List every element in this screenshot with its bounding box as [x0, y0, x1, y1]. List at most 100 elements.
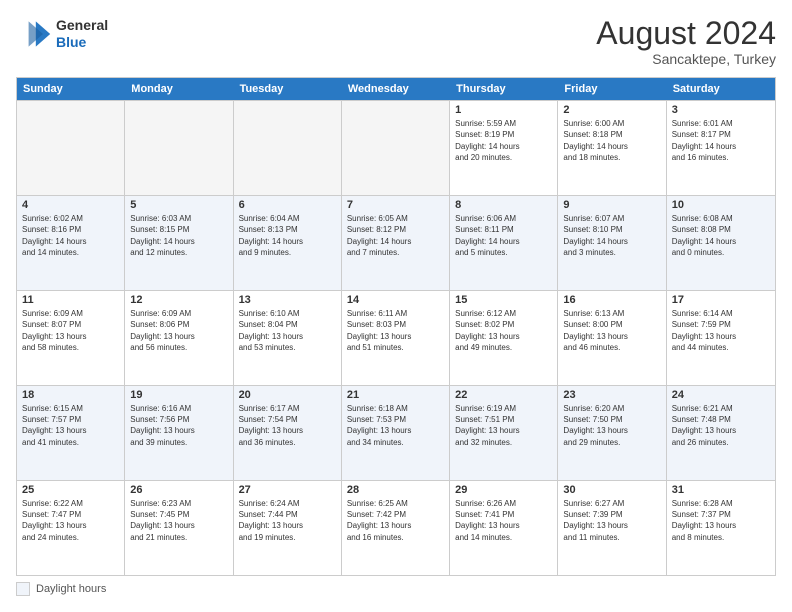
logo-icon	[16, 16, 52, 52]
cell-info: Sunrise: 6:23 AM Sunset: 7:45 PM Dayligh…	[130, 498, 227, 543]
cell-date: 24	[672, 389, 770, 401]
calendar-row: 4 Sunrise: 6:02 AM Sunset: 8:16 PM Daylig…	[17, 195, 775, 290]
cell-info: Sunrise: 6:15 AM Sunset: 7:57 PM Dayligh…	[22, 403, 119, 448]
calendar-cell: 5 Sunrise: 6:03 AM Sunset: 8:15 PM Daylig…	[125, 196, 233, 290]
calendar-cell: 3 Sunrise: 6:01 AM Sunset: 8:17 PM Daylig…	[667, 101, 775, 195]
calendar-row: 1Sunrise: 5:59 AM Sunset: 8:19 PM Daylig…	[17, 100, 775, 195]
footer: Daylight hours	[16, 582, 776, 596]
calendar-row: 11Sunrise: 6:09 AM Sunset: 8:07 PM Dayli…	[17, 290, 775, 385]
calendar-cell: 18 Sunrise: 6:15 AM Sunset: 7:57 PM Dayli…	[17, 386, 125, 480]
calendar-body: 1Sunrise: 5:59 AM Sunset: 8:19 PM Daylig…	[17, 100, 775, 575]
calendar-cell	[125, 101, 233, 195]
cell-date: 9	[563, 199, 660, 211]
subtitle: Sancaktepe, Turkey	[596, 51, 776, 67]
cell-date: 27	[239, 484, 336, 496]
cell-info: Sunrise: 6:17 AM Sunset: 7:54 PM Dayligh…	[239, 403, 336, 448]
calendar-cell: 7Sunrise: 6:05 AM Sunset: 8:12 PM Daylig…	[342, 196, 450, 290]
calendar-cell	[17, 101, 125, 195]
cell-info: Sunrise: 6:03 AM Sunset: 8:15 PM Dayligh…	[130, 213, 227, 258]
calendar-cell: 15 Sunrise: 6:12 AM Sunset: 8:02 PM Dayli…	[450, 291, 558, 385]
cell-info: Sunrise: 6:27 AM Sunset: 7:39 PM Dayligh…	[563, 498, 660, 543]
cell-date: 5	[130, 199, 227, 211]
cell-info: Sunrise: 6:09 AM Sunset: 8:07 PM Dayligh…	[22, 308, 119, 353]
cell-date: 17	[672, 294, 770, 306]
calendar-cell: 9 Sunrise: 6:07 AM Sunset: 8:10 PM Daylig…	[558, 196, 666, 290]
month-title: August 2024	[596, 16, 776, 51]
calendar-cell: 21Sunrise: 6:18 AM Sunset: 7:53 PM Dayli…	[342, 386, 450, 480]
day-header-friday: Friday	[558, 78, 666, 100]
calendar-cell: 8Sunrise: 6:06 AM Sunset: 8:11 PM Daylig…	[450, 196, 558, 290]
cell-date: 8	[455, 199, 552, 211]
calendar-cell: 1Sunrise: 5:59 AM Sunset: 8:19 PM Daylig…	[450, 101, 558, 195]
cell-info: Sunrise: 6:01 AM Sunset: 8:17 PM Dayligh…	[672, 118, 770, 163]
cell-date: 19	[130, 389, 227, 401]
cell-info: Sunrise: 6:16 AM Sunset: 7:56 PM Dayligh…	[130, 403, 227, 448]
calendar: SundayMondayTuesdayWednesdayThursdayFrid…	[16, 77, 776, 576]
cell-date: 22	[455, 389, 552, 401]
cell-info: Sunrise: 6:21 AM Sunset: 7:48 PM Dayligh…	[672, 403, 770, 448]
calendar-cell: 12Sunrise: 6:09 AM Sunset: 8:06 PM Dayli…	[125, 291, 233, 385]
calendar-cell: 19 Sunrise: 6:16 AM Sunset: 7:56 PM Dayli…	[125, 386, 233, 480]
logo-text: General Blue	[56, 17, 108, 51]
calendar-cell: 4 Sunrise: 6:02 AM Sunset: 8:16 PM Daylig…	[17, 196, 125, 290]
calendar-cell: 23 Sunrise: 6:20 AM Sunset: 7:50 PM Dayli…	[558, 386, 666, 480]
logo: General Blue	[16, 16, 108, 52]
calendar-cell	[234, 101, 342, 195]
cell-info: Sunrise: 6:09 AM Sunset: 8:06 PM Dayligh…	[130, 308, 227, 353]
footer-label: Daylight hours	[36, 583, 106, 595]
cell-info: Sunrise: 6:13 AM Sunset: 8:00 PM Dayligh…	[563, 308, 660, 353]
day-header-saturday: Saturday	[667, 78, 775, 100]
cell-date: 16	[563, 294, 660, 306]
header: General Blue August 2024 Sancaktepe, Tur…	[16, 16, 776, 67]
calendar-cell: 16 Sunrise: 6:13 AM Sunset: 8:00 PM Dayli…	[558, 291, 666, 385]
day-header-wednesday: Wednesday	[342, 78, 450, 100]
calendar-header: SundayMondayTuesdayWednesdayThursdayFrid…	[17, 78, 775, 100]
cell-info: Sunrise: 6:19 AM Sunset: 7:51 PM Dayligh…	[455, 403, 552, 448]
cell-info: Sunrise: 6:11 AM Sunset: 8:03 PM Dayligh…	[347, 308, 444, 353]
cell-date: 14	[347, 294, 444, 306]
cell-date: 3	[672, 104, 770, 116]
cell-info: Sunrise: 6:18 AM Sunset: 7:53 PM Dayligh…	[347, 403, 444, 448]
cell-date: 20	[239, 389, 336, 401]
cell-info: Sunrise: 6:02 AM Sunset: 8:16 PM Dayligh…	[22, 213, 119, 258]
cell-info: Sunrise: 6:20 AM Sunset: 7:50 PM Dayligh…	[563, 403, 660, 448]
cell-info: Sunrise: 6:26 AM Sunset: 7:41 PM Dayligh…	[455, 498, 552, 543]
calendar-cell: 13Sunrise: 6:10 AM Sunset: 8:04 PM Dayli…	[234, 291, 342, 385]
calendar-cell: 10Sunrise: 6:08 AM Sunset: 8:08 PM Dayli…	[667, 196, 775, 290]
calendar-cell: 24 Sunrise: 6:21 AM Sunset: 7:48 PM Dayli…	[667, 386, 775, 480]
cell-date: 18	[22, 389, 119, 401]
calendar-cell: 20 Sunrise: 6:17 AM Sunset: 7:54 PM Dayli…	[234, 386, 342, 480]
calendar-cell: 26 Sunrise: 6:23 AM Sunset: 7:45 PM Dayli…	[125, 481, 233, 575]
cell-info: Sunrise: 6:14 AM Sunset: 7:59 PM Dayligh…	[672, 308, 770, 353]
cell-info: Sunrise: 6:25 AM Sunset: 7:42 PM Dayligh…	[347, 498, 444, 543]
cell-info: Sunrise: 6:04 AM Sunset: 8:13 PM Dayligh…	[239, 213, 336, 258]
calendar-cell: 27 Sunrise: 6:24 AM Sunset: 7:44 PM Dayli…	[234, 481, 342, 575]
calendar-cell: 30 Sunrise: 6:27 AM Sunset: 7:39 PM Dayli…	[558, 481, 666, 575]
cell-date: 15	[455, 294, 552, 306]
title-area: August 2024 Sancaktepe, Turkey	[596, 16, 776, 67]
cell-info: Sunrise: 6:07 AM Sunset: 8:10 PM Dayligh…	[563, 213, 660, 258]
calendar-cell: 25 Sunrise: 6:22 AM Sunset: 7:47 PM Dayli…	[17, 481, 125, 575]
calendar-cell: 31 Sunrise: 6:28 AM Sunset: 7:37 PM Dayli…	[667, 481, 775, 575]
day-header-monday: Monday	[125, 78, 233, 100]
calendar-cell: 17 Sunrise: 6:14 AM Sunset: 7:59 PM Dayli…	[667, 291, 775, 385]
cell-date: 10	[672, 199, 770, 211]
calendar-cell: 28 Sunrise: 6:25 AM Sunset: 7:42 PM Dayli…	[342, 481, 450, 575]
cell-date: 1	[455, 104, 552, 116]
cell-date: 4	[22, 199, 119, 211]
cell-date: 30	[563, 484, 660, 496]
cell-date: 31	[672, 484, 770, 496]
calendar-row: 25 Sunrise: 6:22 AM Sunset: 7:47 PM Dayli…	[17, 480, 775, 575]
cell-date: 26	[130, 484, 227, 496]
calendar-cell: 29Sunrise: 6:26 AM Sunset: 7:41 PM Dayli…	[450, 481, 558, 575]
page: General Blue August 2024 Sancaktepe, Tur…	[0, 0, 792, 612]
cell-info: Sunrise: 6:22 AM Sunset: 7:47 PM Dayligh…	[22, 498, 119, 543]
cell-date: 23	[563, 389, 660, 401]
cell-info: Sunrise: 6:12 AM Sunset: 8:02 PM Dayligh…	[455, 308, 552, 353]
cell-date: 25	[22, 484, 119, 496]
day-header-sunday: Sunday	[17, 78, 125, 100]
cell-info: Sunrise: 6:28 AM Sunset: 7:37 PM Dayligh…	[672, 498, 770, 543]
cell-info: Sunrise: 6:24 AM Sunset: 7:44 PM Dayligh…	[239, 498, 336, 543]
cell-date: 28	[347, 484, 444, 496]
calendar-cell: 11Sunrise: 6:09 AM Sunset: 8:07 PM Dayli…	[17, 291, 125, 385]
